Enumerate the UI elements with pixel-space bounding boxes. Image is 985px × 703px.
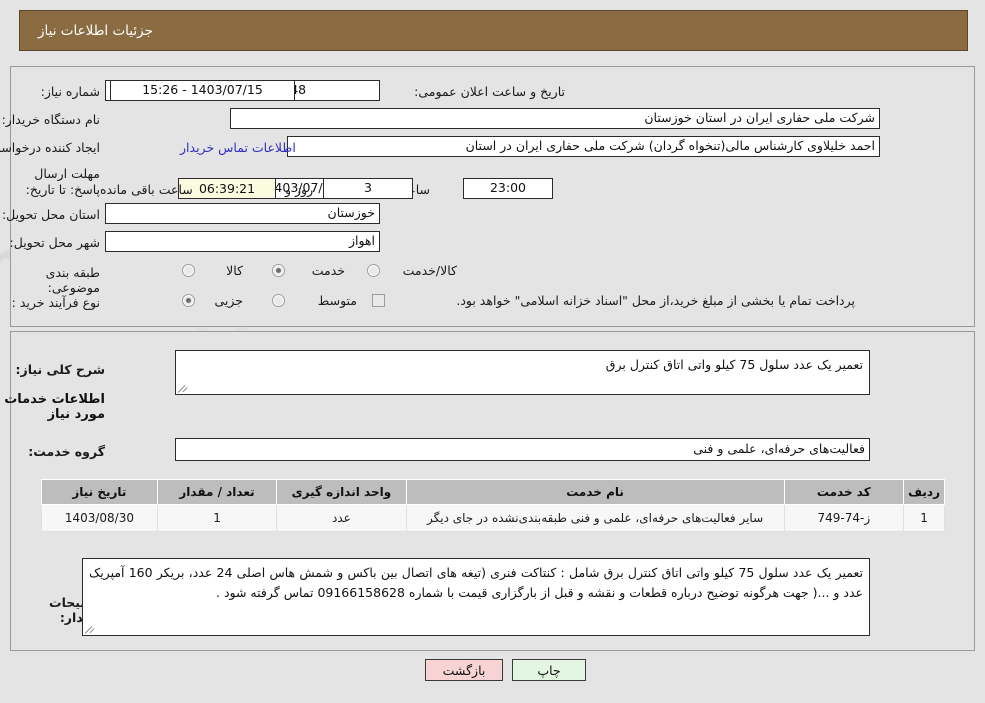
cell-row: 1 (903, 504, 945, 532)
page-title: جزئیات اطلاعات نیاز (38, 22, 153, 39)
buyer-org-label: نام دستگاه خریدار: (1, 112, 100, 127)
requester-value: احمد خلیلاوی کارشناس مالی(تنخواه گردان) … (287, 136, 880, 157)
col-unit: واحد اندازه گیری (276, 479, 407, 505)
announce-datetime-label: تاریخ و ساعت اعلان عمومی: (414, 84, 565, 99)
buyer-notes-value: تعمیر یک عدد سلول 75 کیلو واتی اتاق کنتر… (89, 565, 864, 600)
buyer-org-value: شرکت ملی حفاری ایران در استان خوزستان (230, 108, 880, 129)
delivery-province-value: خوزستان (105, 203, 380, 224)
summary-value: تعمیر یک عدد سلول 75 کیلو واتی اتاق کنتر… (605, 357, 863, 372)
cell-name: سایر فعالیت‌های حرفه‌ای، علمی و فنی طبقه… (405, 504, 785, 532)
back-button[interactable]: بازگشت (425, 659, 503, 681)
page-root: AriaTender.net جزئیات اطلاعات نیاز شماره… (0, 0, 985, 703)
days-label: روز و (285, 182, 314, 197)
col-name: نام خدمت (405, 479, 785, 505)
services-section-heading: اطلاعات خدمات مورد نیاز (4, 392, 105, 422)
cell-unit: عدد (276, 504, 407, 532)
summary-textarea[interactable]: تعمیر یک عدد سلول 75 کیلو واتی اتاق کنتر… (175, 350, 870, 395)
radio-category-khedmat-label: خدمت (311, 263, 345, 278)
col-code: کد خدمت (783, 479, 905, 505)
print-button[interactable]: چاپ (512, 659, 586, 681)
services-table: ردیف کد خدمت نام خدمت واحد اندازه گیری ت… (41, 479, 945, 532)
deadline-label: مهلت ارسال پاسخ: تا تاریخ: (25, 166, 100, 197)
window-titlebar: جزئیات اطلاعات نیاز (19, 10, 968, 51)
col-quantity: تعداد / مقدار (156, 479, 278, 505)
radio-category-kala-khedmat-label: کالا/خدمت (402, 263, 457, 278)
treasury-bonds-label: پرداخت تمام یا بخشی از مبلغ خرید،از محل … (456, 293, 855, 308)
cell-need-date: 1403/08/30 (41, 504, 158, 532)
remaining-days-value: 3 (323, 178, 413, 199)
radio-process-motevasset-label: متوسط (317, 293, 357, 308)
radio-process-motevasset[interactable] (272, 294, 285, 307)
radio-category-kala-label: کالا (226, 263, 243, 278)
delivery-province-label: استان محل تحویل: (1, 207, 100, 222)
delivery-city-value: اهواز (105, 231, 380, 252)
cell-quantity: 1 (156, 504, 278, 532)
col-need-date: تاریخ نیاز (41, 479, 158, 505)
deadline-time-value: 23:00 (463, 178, 553, 199)
cell-code: ز-74-749 (783, 504, 905, 532)
table-header-row: ردیف کد خدمت نام خدمت واحد اندازه گیری ت… (41, 479, 945, 505)
radio-category-khedmat[interactable] (272, 264, 285, 277)
radio-category-kala-khedmat[interactable] (367, 264, 380, 277)
resize-grip-icon-notes[interactable] (84, 624, 95, 634)
process-type-label: نوع فرآیند خرید : (11, 295, 100, 310)
summary-label: شرح کلی نیاز: (15, 362, 105, 377)
need-number-label: شماره نیاز: (40, 84, 100, 99)
service-group-label: گروه خدمت: (28, 444, 105, 459)
radio-process-jozii[interactable] (182, 294, 195, 307)
col-row: ردیف (903, 479, 945, 505)
table-row: 1 ز-74-749 سایر فعالیت‌های حرفه‌ای، علمی… (41, 504, 945, 532)
buyer-notes-textarea[interactable]: تعمیر یک عدد سلول 75 کیلو واتی اتاق کنتر… (82, 558, 870, 636)
requester-label: ایجاد کننده درخواست: (0, 140, 100, 155)
remaining-hours-label: ساعت باقی مانده (100, 182, 193, 197)
subject-category-label: طبقه بندی موضوعی: (45, 265, 100, 295)
treasury-bonds-checkbox[interactable] (372, 294, 385, 307)
delivery-city-label: شهر محل تحویل: (9, 235, 100, 250)
radio-process-jozii-label: جزیی (214, 293, 243, 308)
radio-category-kala[interactable] (182, 264, 195, 277)
service-group-value: فعالیت‌های حرفه‌ای، علمی و فنی (175, 438, 870, 461)
announce-datetime-value: 1403/07/15 - 15:26 (110, 80, 295, 101)
resize-grip-icon[interactable] (177, 383, 188, 393)
buyer-contact-link[interactable]: اطلاعات تماس خریدار (180, 140, 296, 155)
